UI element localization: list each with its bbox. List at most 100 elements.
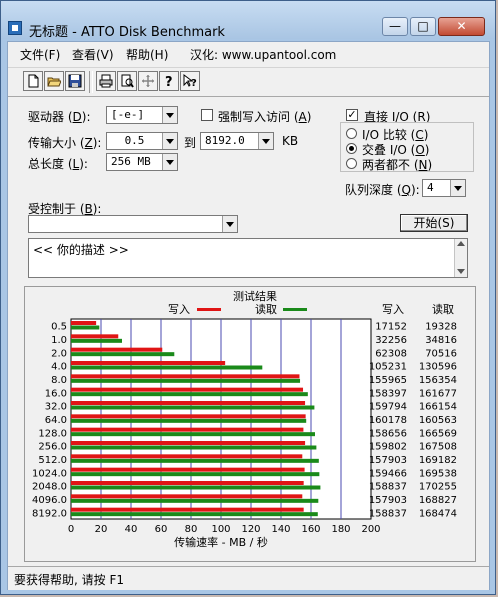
chevron-down-icon[interactable]: [450, 180, 465, 196]
queue-depth-value: 4: [427, 181, 434, 194]
maximize-button[interactable]: □: [410, 17, 436, 36]
bar-read: [71, 325, 100, 330]
chevron-down-icon[interactable]: [258, 133, 273, 149]
total-length-value: 256 MB: [111, 155, 151, 168]
drive-select[interactable]: [-e-]: [106, 106, 178, 124]
value-read: 34816: [425, 335, 457, 346]
menu-view[interactable]: 查看(V): [72, 46, 114, 63]
results-panel: 测试结果 写入 读取 写入 读取 0 20 40 60 80 100 120 140 160 180 200 传…: [24, 286, 476, 562]
drive-value: [-e-]: [111, 108, 145, 121]
print-button[interactable]: [96, 71, 116, 91]
value-read: 169538: [419, 468, 457, 479]
save-button[interactable]: [65, 71, 85, 91]
scroll-down-icon[interactable]: [457, 269, 465, 274]
y-tick-label: 32.0: [45, 402, 67, 413]
chevron-down-icon[interactable]: [162, 107, 177, 123]
value-write: 159466: [369, 468, 407, 479]
bar-write: [71, 361, 226, 365]
value-read: 166154: [419, 402, 457, 413]
value-read: 70516: [425, 348, 457, 359]
x-tick-label: 120: [241, 524, 260, 535]
open-button[interactable]: [44, 71, 64, 91]
x-tick-label: 80: [185, 524, 198, 535]
legend-read-label: 读取: [255, 302, 277, 316]
help-button[interactable]: ?: [159, 71, 179, 91]
context-help-button[interactable]: ?: [180, 71, 200, 91]
x-tick-label: 200: [361, 524, 380, 535]
value-write: 157903: [369, 495, 407, 506]
y-tick-label: 2.0: [51, 348, 67, 359]
bar-read: [71, 418, 307, 423]
transfer-to-select[interactable]: 8192.0: [200, 132, 274, 150]
value-read: 168474: [419, 508, 457, 519]
status-bar: 要获得帮助, 请按 F1: [8, 566, 489, 590]
description-scrollbar[interactable]: [454, 239, 467, 277]
toolbar: ? ?: [8, 67, 489, 97]
y-tick-label: 512.0: [38, 455, 67, 466]
menu-translation[interactable]: 汉化: www.upantool.com: [190, 46, 336, 63]
transfer-from-value: 0.5: [124, 134, 145, 147]
controlled-by-select[interactable]: [28, 215, 238, 233]
value-read: 19328: [425, 322, 457, 333]
y-tick-label: 16.0: [45, 388, 67, 399]
radio-io-compare[interactable]: [346, 128, 357, 139]
new-icon: [28, 74, 39, 88]
print-preview-button[interactable]: [117, 71, 137, 91]
bar-write: [71, 347, 163, 352]
x-tick-label: 140: [271, 524, 290, 535]
y-tick-label: 64.0: [45, 415, 67, 426]
force-write-checkbox[interactable]: [201, 109, 213, 121]
client-area: 文件(F) 查看(V) 帮助(H) 汉化: www.upantool.com ?…: [7, 41, 490, 590]
y-tick-label: 8192.0: [32, 508, 67, 519]
app-icon: [8, 21, 22, 35]
chevron-down-icon[interactable]: [162, 133, 177, 149]
status-text: 要获得帮助, 请按 F1: [14, 573, 124, 587]
queue-depth-select[interactable]: 4: [422, 179, 466, 197]
total-length-select[interactable]: 256 MB: [106, 153, 178, 171]
bar-write: [71, 414, 306, 419]
chevron-down-icon[interactable]: [162, 154, 177, 170]
new-button[interactable]: [23, 71, 43, 91]
neither-label: 两者都不 (N): [362, 158, 433, 172]
app-window: 无标题 - ATTO Disk Benchmark — □ ✕ 文件(F) 查看…: [0, 0, 496, 595]
direct-io-checkbox[interactable]: ✓: [346, 109, 358, 121]
bar-read: [71, 432, 315, 437]
description-textarea[interactable]: << 你的描述 >>: [28, 238, 468, 278]
radio-neither[interactable]: [346, 158, 357, 169]
move-button[interactable]: [138, 71, 158, 91]
value-write: 105231: [369, 362, 407, 373]
radio-overlapped-io[interactable]: [346, 143, 357, 154]
y-tick-label: 4096.0: [32, 495, 67, 506]
scroll-up-icon[interactable]: [457, 241, 465, 246]
value-write: 62308: [375, 348, 407, 359]
force-write-label: 强制写入访问 (A): [218, 110, 312, 124]
queue-depth-label: 队列深度 (Q):: [345, 183, 420, 197]
title-bar[interactable]: 无标题 - ATTO Disk Benchmark — □ ✕: [1, 1, 495, 40]
y-tick-label: 256.0: [38, 442, 67, 453]
x-tick-label: 60: [155, 524, 168, 535]
menu-help[interactable]: 帮助(H): [126, 46, 168, 63]
bar-read: [71, 458, 319, 463]
bar-write: [71, 481, 304, 485]
description-text: << 你的描述 >>: [33, 243, 129, 257]
chevron-down-icon[interactable]: [222, 216, 237, 232]
bar-read: [71, 472, 320, 477]
menu-file[interactable]: 文件(F): [20, 46, 60, 63]
bar-write: [71, 467, 305, 472]
print-preview-icon: [121, 74, 134, 88]
close-button[interactable]: ✕: [438, 17, 485, 36]
minimize-button[interactable]: —: [382, 17, 408, 36]
y-tick-label: 8.0: [51, 375, 67, 386]
bar-read: [71, 378, 301, 383]
column-header-write: 写入: [382, 303, 404, 316]
value-read: 168827: [419, 495, 457, 506]
value-read: 156354: [419, 375, 457, 386]
bar-read: [71, 365, 263, 370]
y-tick-label: 1024.0: [32, 468, 67, 479]
transfer-from-select[interactable]: 0.5: [106, 132, 178, 150]
bar-read: [71, 485, 321, 490]
start-button[interactable]: 开始(S): [400, 214, 468, 232]
context-help-icon: ?: [183, 74, 197, 88]
bar-write: [71, 494, 303, 499]
bar-read: [71, 392, 308, 397]
